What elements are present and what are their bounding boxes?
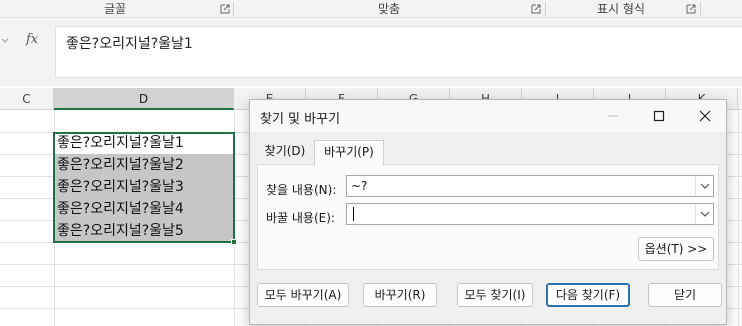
find-what-label: 찾을 내용(N):	[266, 183, 337, 197]
options-button[interactable]: 옵션(T) >>	[638, 237, 714, 261]
fill-handle[interactable]	[231, 239, 237, 245]
ribbon-group-alignment: 맞춤	[377, 2, 401, 16]
tab-find[interactable]: 찾기(D)	[260, 140, 310, 164]
insert-function-icon[interactable]: fx	[26, 32, 38, 47]
find-replace-dialog: 찾기 및 바꾸기 찾기(D) 바꾸기(P) 찾을 내용(N): ~? 바꿀 내용…	[249, 99, 727, 325]
dialog-title: 찾기 및 바꾸기	[260, 112, 341, 127]
minimize-button[interactable]	[590, 100, 636, 132]
ribbon-group-font: 글꼴	[103, 2, 127, 16]
find-what-dropdown[interactable]	[695, 176, 713, 196]
close-button[interactable]: 닫기	[648, 283, 722, 307]
text-caret	[353, 207, 354, 221]
formula-bar: fx 좋은?오리지널?울날1	[0, 18, 742, 86]
selection-border	[53, 132, 235, 243]
close-icon	[699, 110, 711, 122]
close-window-button[interactable]	[682, 100, 728, 132]
minimize-icon	[608, 115, 618, 117]
chevron-down-icon[interactable]	[0, 30, 10, 52]
dialog-launcher-icon[interactable]	[220, 4, 230, 14]
tab-replace[interactable]: 바꾸기(P)	[314, 140, 384, 166]
dialog-launcher-icon[interactable]	[686, 4, 696, 14]
column-header-d[interactable]: D	[54, 88, 234, 110]
find-what-combo[interactable]: ~?	[346, 175, 714, 197]
find-all-button[interactable]: 모두 찾기(I)	[457, 283, 533, 307]
find-next-button[interactable]: 다음 찾기(F)	[546, 283, 630, 307]
ribbon-group-labels: 글꼴 맞춤 표시 형식	[0, 0, 742, 18]
gridline	[738, 110, 739, 326]
maximize-button[interactable]	[636, 100, 682, 132]
chevron-down-icon	[700, 211, 709, 217]
replace-with-combo[interactable]	[346, 203, 714, 225]
replace-with-dropdown[interactable]	[695, 204, 713, 224]
replace-with-label: 바꿀 내용(E):	[266, 211, 335, 225]
ribbon-group-number-format: 표시 형식	[597, 2, 645, 16]
column-header-c[interactable]: C	[0, 88, 54, 110]
find-what-value: ~?	[351, 179, 368, 193]
dialog-launcher-icon[interactable]	[531, 4, 541, 14]
replace-tab-panel: 찾을 내용(N): ~? 바꿀 내용(E): 옵션(T) >>	[257, 164, 719, 270]
maximize-icon	[653, 110, 665, 122]
dialog-title-bar[interactable]: 찾기 및 바꾸기	[250, 100, 726, 132]
chevron-down-icon	[700, 183, 709, 189]
replace-all-button[interactable]: 모두 바꾸기(A)	[257, 283, 349, 307]
ribbon-divider	[700, 2, 701, 16]
replace-button[interactable]: 바꾸기(R)	[363, 283, 437, 307]
formula-input[interactable]: 좋은?오리지널?울날1	[55, 26, 742, 78]
